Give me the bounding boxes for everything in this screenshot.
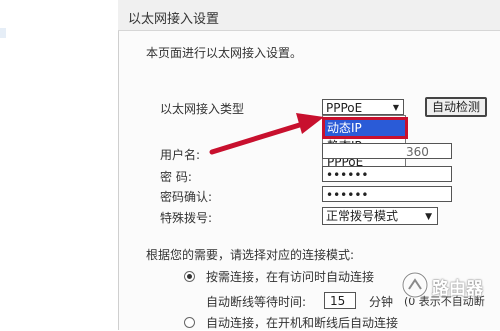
auto-detect-button[interactable]: 自动检测 xyxy=(425,97,487,117)
special-dial-select[interactable]: 正常拨号模式 ▼ xyxy=(322,207,438,225)
watermark-text: 路由器 xyxy=(432,279,483,299)
router-logo-icon xyxy=(401,271,429,299)
special-dial-value: 正常拨号模式 xyxy=(326,209,399,223)
password-label: 密 码: xyxy=(160,170,192,184)
confirm-password-label: 密码确认: xyxy=(160,190,213,204)
username-label: 用户名: xyxy=(160,148,201,162)
dropdown-option-dynamic-ip[interactable]: 动态IP xyxy=(322,117,408,139)
auto-connect-label: 自动连接，在开机和断线后自动连接 xyxy=(206,316,399,330)
connection-mode-prompt: 根据您的需要，请选择对应的连接模式: xyxy=(146,248,355,262)
left-gutter xyxy=(0,0,118,330)
username-visible-tail: 360 xyxy=(406,145,429,159)
panel-border xyxy=(118,0,119,330)
chevron-down-icon: ▼ xyxy=(392,103,399,112)
wan-type-label: 以太网接入类型 xyxy=(160,102,245,116)
wan-type-select[interactable]: PPPoE ▼ xyxy=(322,99,404,115)
special-dial-label: 特殊拨号: xyxy=(160,211,213,225)
page-title: 以太网接入设置 xyxy=(128,12,220,27)
username-field[interactable] xyxy=(322,143,452,159)
left-edge-mark xyxy=(0,28,6,38)
idle-timeout-input[interactable]: 15 xyxy=(324,292,356,309)
auto-connect-radio[interactable] xyxy=(184,317,195,328)
intro-text: 本页面进行以太网接入设置。 xyxy=(146,46,303,60)
idle-timeout-unit: 分钟 xyxy=(369,295,394,309)
idle-timeout-label: 自动断线等待时间: xyxy=(206,295,307,309)
chevron-down-icon: ▼ xyxy=(425,212,432,222)
on-demand-label: 按需连接，在有访问时自动连接 xyxy=(206,270,375,284)
watermark: 路由器 xyxy=(398,264,500,306)
on-demand-radio[interactable] xyxy=(184,271,195,282)
password-field[interactable]: •••••• xyxy=(322,166,452,182)
confirm-password-field[interactable]: •••••• xyxy=(322,186,452,202)
wan-type-value: PPPoE xyxy=(326,101,363,115)
